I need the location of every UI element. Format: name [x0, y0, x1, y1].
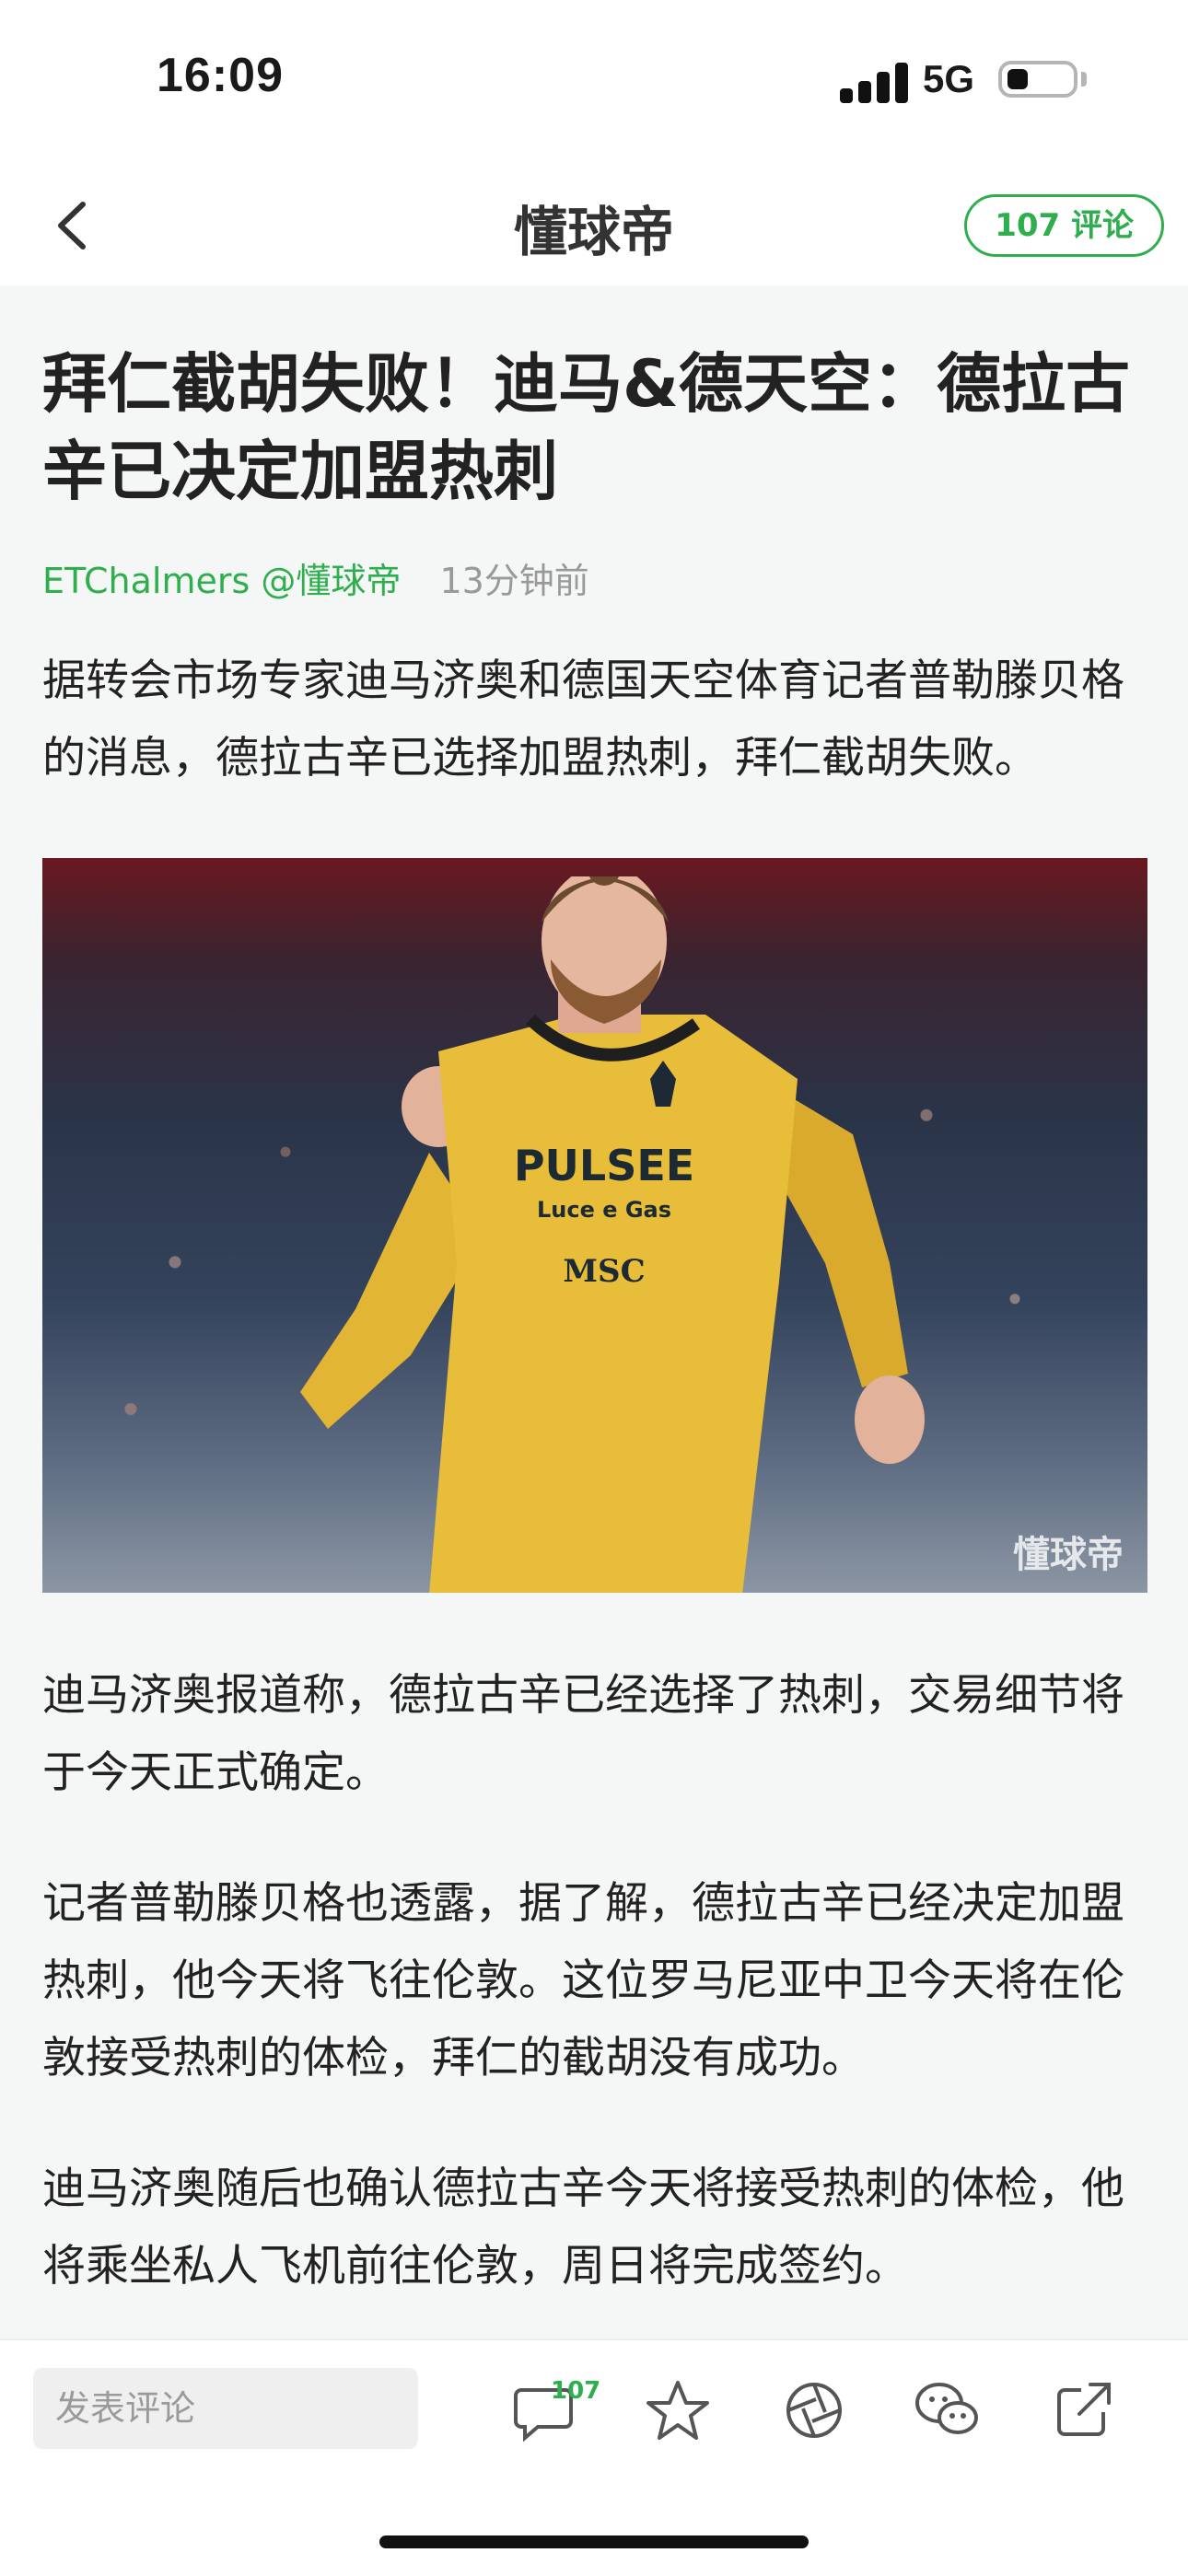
publish-time: 13分钟前	[439, 561, 589, 601]
article-paragraph: 迪马济奥随后也确认德拉古辛今天将接受热刺的体检，他将乘坐私人飞机前往伦敦，周日将…	[42, 2164, 1124, 2292]
article-paragraph: 迪马济奥报道称，德拉古辛已经选择了热刺，交易细节将于今天正式确定。	[42, 1670, 1124, 1798]
sponsor2-text: MSC	[563, 1253, 645, 1290]
moments-share-button[interactable]	[779, 2375, 849, 2445]
signal-icon	[840, 61, 914, 103]
status-time: 16:09	[157, 49, 284, 102]
article-paragraph: 据转会市场专家迪马济奥和德国天空体育记者普勒滕贝格的消息，德拉古辛已选择加盟热刺…	[42, 656, 1124, 783]
author-link[interactable]: ETChalmers @懂球帝	[42, 561, 401, 601]
battery-tip	[1081, 72, 1087, 87]
image-watermark: 懂球帝	[1013, 1534, 1124, 1576]
article-image[interactable]: PULSEE Luce e Gas MSC 懂球帝	[42, 858, 1147, 1593]
comments-button[interactable]: 107 评论	[964, 194, 1164, 257]
player-illustration: PULSEE Luce e Gas MSC	[300, 876, 925, 1593]
moments-icon	[786, 2383, 842, 2438]
comment-input[interactable]: 发表评论	[33, 2368, 418, 2449]
network-type: 5G	[923, 57, 975, 100]
share-icon	[1057, 2383, 1111, 2436]
article-paragraph: 记者普勒滕贝格也透露，据了解，德拉古辛已经决定加盟热刺，他今天将飞往伦敦。这位罗…	[42, 1878, 1124, 2083]
star-icon	[646, 2381, 709, 2440]
article-meta: ETChalmers @懂球帝 13分钟前	[42, 552, 1147, 608]
article: 拜仁截胡失败！迪马&德天空：德拉古辛已决定加盟热刺 ETChalmers @懂球…	[42, 285, 1147, 2305]
favorite-button[interactable]	[643, 2375, 713, 2445]
comment-count-badge: 107	[551, 2377, 601, 2405]
article-headline: 拜仁截胡失败！迪马&德天空：德拉古辛已决定加盟热刺	[42, 346, 1131, 509]
status-bar: 16:09 5G	[0, 0, 1188, 161]
home-indicator[interactable]	[379, 2535, 809, 2548]
sponsor-subtext: Luce e Gas	[537, 1197, 671, 1223]
nav-bar: 懂球帝 107 评论	[0, 161, 1188, 285]
share-button[interactable]	[1048, 2375, 1118, 2445]
wechat-icon	[915, 2383, 978, 2434]
sponsor-text: PULSEE	[514, 1141, 694, 1190]
battery-icon	[998, 61, 1077, 98]
wechat-share-button[interactable]	[912, 2375, 982, 2445]
